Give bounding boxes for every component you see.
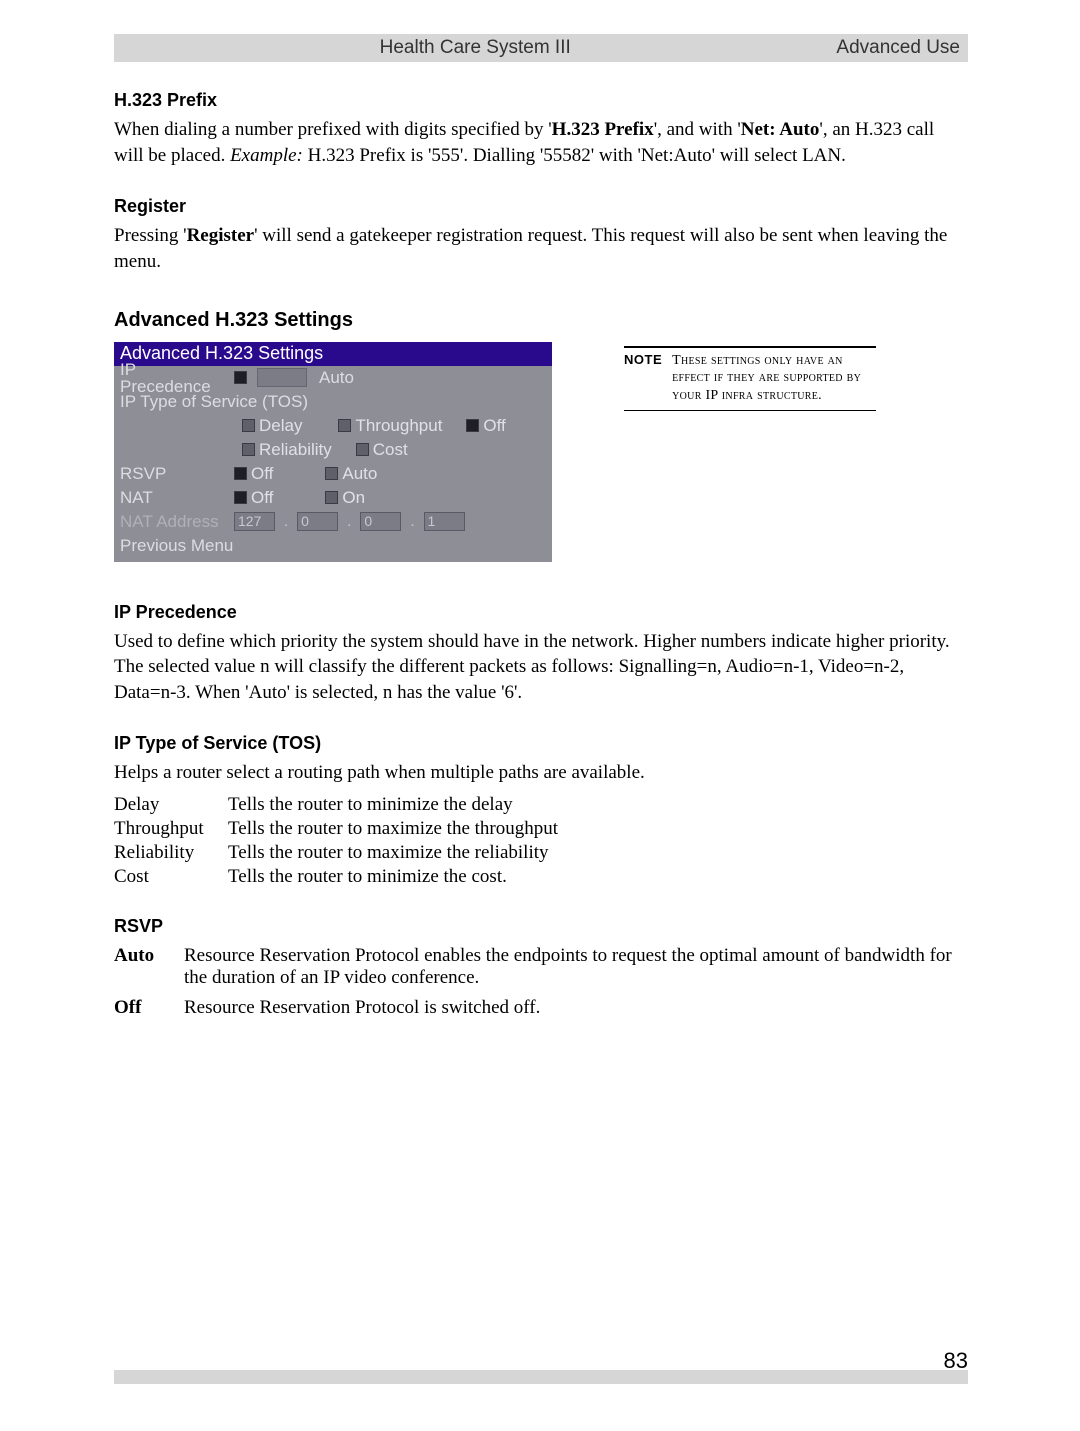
para-register: Pressing 'Register' will send a gatekeep… [114,223,968,274]
note-label: NOTE [624,352,662,405]
tos-desc: Tells the router to maximize the through… [228,818,968,840]
row-ip-tos: IP Type of Service (TOS) [114,390,552,414]
tos-term: Throughput [114,818,222,840]
row-ip-precedence: IP Precedence Auto [114,366,552,390]
page-header: Health Care System III Advanced Use [114,34,968,62]
heading-ip-tos: IP Type of Service (TOS) [114,733,968,754]
checkbox-icon [466,419,479,432]
rsvp-term: Auto [114,945,174,989]
settings-screenshot: Advanced H.323 Settings IP Precedence Au… [114,342,552,562]
opt-delay: Delay [242,417,302,434]
nat-octet-1: 0 [297,512,338,531]
checkbox-icon [242,443,255,456]
heading-ip-precedence: IP Precedence [114,602,968,623]
opt-rsvp-auto: Auto [325,465,377,482]
tos-definition-list: Delay Tells the router to minimize the de… [114,794,968,888]
tos-term: Cost [114,866,222,888]
label-previous-menu: Previous Menu [120,537,233,554]
opt-throughput: Throughput [338,417,442,434]
nat-octet-3: 1 [424,512,465,531]
para-ip-precedence: Used to define which priority the system… [114,629,968,706]
checkbox-icon [234,491,247,504]
heading-register: Register [114,196,968,217]
row-rsvp: RSVP Off Auto [114,462,552,486]
row-tos-opts-1: Delay Throughput Off [236,414,552,438]
heading-h323-prefix: H.323 Prefix [114,90,968,111]
footer-strip [114,1370,968,1384]
label-ip-precedence: IP Precedence [120,361,228,395]
rsvp-desc: Resource Reservation Protocol is switche… [184,997,968,1019]
checkbox-icon [325,467,338,480]
tos-desc: Tells the router to maximize the reliabi… [228,842,968,864]
page-number: 83 [944,1348,968,1374]
para-h323-prefix: When dialing a number prefixed with digi… [114,117,968,168]
heading-rsvp: RSVP [114,916,968,937]
opt-nat-on: On [325,489,365,506]
label-rsvp: RSVP [120,465,228,482]
header-title: Health Care System III [114,37,836,59]
page-footer: 83 [114,1362,968,1394]
checkbox-icon [242,419,255,432]
note-text: These settings only have an effect if th… [672,352,876,405]
checkbox-icon [234,467,247,480]
opt-nat-off: Off [234,489,273,506]
label-nat-address: NAT Address [120,513,228,530]
ip-precedence-value-box [257,368,307,387]
opt-off: Off [466,417,505,434]
rsvp-desc: Resource Reservation Protocol enables th… [184,945,968,989]
note-callout: NOTE These settings only have an effect … [624,346,876,412]
header-section: Advanced Use [836,37,968,59]
checkbox-icon [234,371,247,384]
checkbox-icon [356,443,369,456]
row-nat-address: NAT Address 127. 0. 0. 1 [114,510,552,534]
checkbox-icon [325,491,338,504]
row-tos-opts-2: Reliability Cost [236,438,552,462]
opt-rsvp-off: Off [234,465,273,482]
label-ip-tos: IP Type of Service (TOS) [120,393,308,410]
checkbox-icon [338,419,351,432]
nat-octet-2: 0 [360,512,401,531]
tos-term: Delay [114,794,222,816]
row-previous-menu: Previous Menu [114,534,552,558]
opt-cost: Cost [356,441,408,458]
rsvp-term: Off [114,997,174,1019]
tos-term: Reliability [114,842,222,864]
para-ip-tos-intro: Helps a router select a routing path whe… [114,760,968,786]
label-auto: Auto [319,369,354,386]
label-nat: NAT [120,489,228,506]
nat-octet-0: 127 [234,512,275,531]
tos-desc: Tells the router to minimize the delay [228,794,968,816]
rsvp-definition-list: AutoResource Reservation Protocol enable… [114,945,968,1019]
tos-desc: Tells the router to minimize the cost. [228,866,968,888]
row-nat: NAT Off On [114,486,552,510]
heading-advanced-h323: Advanced H.323 Settings [114,309,968,332]
opt-reliability: Reliability [242,441,332,458]
